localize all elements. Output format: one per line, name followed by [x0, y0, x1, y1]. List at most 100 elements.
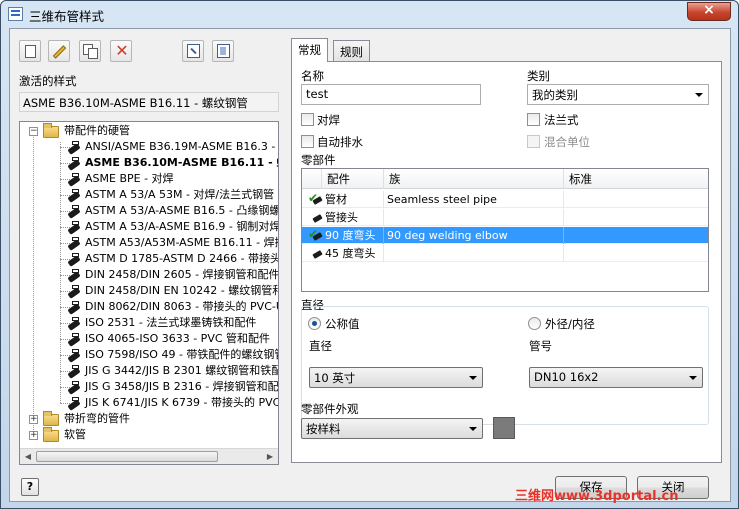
- pipe-style-icon: [67, 332, 82, 347]
- mixed-units-checkbox[interactable]: [527, 135, 540, 148]
- schedule-value: DN10 16x2: [534, 370, 599, 384]
- copy-style-button[interactable]: [79, 40, 101, 62]
- tree-item-label: JIS G 3442/JIS B 2301 螺纹钢管和铁配: [85, 364, 279, 377]
- expand-icon[interactable]: +: [29, 415, 38, 424]
- grid-cell-standard: [564, 191, 708, 208]
- diameter-select[interactable]: 10 英寸: [309, 367, 483, 388]
- export-style-button[interactable]: [212, 40, 234, 62]
- tree-item-label: ASTM A 53/A-ASME B16.9 - 钢制对焊管: [85, 220, 279, 233]
- butt-weld-label: 对焊: [317, 113, 340, 127]
- auto-drain-checkbox[interactable]: [301, 135, 314, 148]
- chevron-down-icon: [695, 93, 703, 97]
- close-icon: ×: [703, 2, 715, 18]
- window-close-button[interactable]: ×: [687, 2, 731, 21]
- pipe-style-icon: [67, 364, 82, 379]
- grid-row[interactable]: 45 度弯头: [302, 245, 708, 262]
- grid-header: 配件 族 标准: [302, 169, 708, 189]
- diameter-label: 直径: [309, 339, 332, 353]
- name-field[interactable]: test: [301, 84, 481, 105]
- elbow-icon: [308, 246, 323, 260]
- scroll-right-icon[interactable]: ▶: [264, 451, 276, 463]
- collapse-icon[interactable]: −: [29, 127, 38, 136]
- scroll-left-icon[interactable]: ◀: [22, 451, 34, 463]
- appearance-label: 零部件外观: [301, 402, 359, 416]
- edit-style-icon: [52, 45, 67, 59]
- title-bar[interactable]: 三维布管样式 ×: [1, 1, 738, 27]
- dialog-client: ✕ 激活的样式 ASME B36.10M-ASME B16.11 - 螺纹钢管 …: [9, 28, 731, 502]
- tree-item-label: ASTM A 53/A-ASME B16.5 - 凸缘钢螺纹: [85, 204, 279, 217]
- active-style-label: 激活的样式: [19, 74, 77, 88]
- chevron-down-icon: [469, 427, 477, 431]
- flange-checkbox[interactable]: [527, 113, 540, 126]
- style-tree[interactable]: − 带配件的硬管 ANSI/ASME B36.19M-ASME B16.3 - …: [19, 121, 279, 465]
- delete-style-button[interactable]: ✕: [110, 40, 132, 62]
- watermark: 三维网www.3dportal.cn: [515, 489, 679, 504]
- pipe-style-icon: [67, 316, 82, 331]
- grid-row[interactable]: 管接头: [302, 209, 708, 226]
- nominal-radio[interactable]: [308, 317, 321, 330]
- components-label: 零部件: [301, 153, 336, 167]
- color-swatch[interactable]: [493, 417, 515, 439]
- import-style-icon: [187, 44, 200, 58]
- grid-row-selected[interactable]: ✔ 90 度弯头 90 deg welding elbow: [302, 227, 708, 244]
- grid-cell-part: 90 度弯头: [322, 227, 384, 244]
- folder-icon: [43, 411, 59, 426]
- od-id-radio[interactable]: [528, 317, 541, 330]
- pipe-style-icon: [67, 284, 82, 299]
- import-style-button[interactable]: [182, 40, 204, 62]
- category-value: 我的类别: [532, 88, 578, 102]
- grid-row[interactable]: ✔ 管材 Seamless steel pipe: [302, 191, 708, 208]
- chevron-down-icon: [689, 376, 697, 380]
- pipe-style-icon: [67, 140, 82, 155]
- help-button[interactable]: ?: [21, 478, 39, 496]
- new-style-icon: [25, 45, 36, 58]
- new-style-button[interactable]: [19, 40, 41, 62]
- folder-open-icon: [43, 123, 59, 138]
- tab-general[interactable]: 常规: [291, 38, 328, 62]
- butt-weld-checkbox[interactable]: [301, 113, 314, 126]
- pipe-style-icon: [67, 220, 82, 235]
- tree-item-label: ASTM A53/A53M-ASME B16.11 - 焊接钢: [85, 236, 279, 249]
- scroll-thumb[interactable]: [36, 451, 218, 462]
- tree-item-label: DIN 8062/DIN 8063 - 带接头的 PVC-U 管: [85, 300, 279, 313]
- grid-cell-part: 管材: [322, 191, 384, 208]
- pipe-style-icon: [67, 396, 82, 411]
- pipe-style-icon: [67, 172, 82, 187]
- grid-header-standard[interactable]: 标准: [564, 169, 708, 189]
- general-tab-panel: 名称 test 类别 我的类别 对焊 法兰式 自动排水 混合单位 零部件 配件 …: [291, 61, 722, 463]
- dialog-window: 三维布管样式 × ✕ 激活的样式 ASME B36.10M-ASME B16.1…: [0, 0, 739, 509]
- category-label: 类别: [527, 69, 550, 83]
- schedule-select[interactable]: DN10 16x2: [529, 367, 703, 388]
- grid-header-part[interactable]: 配件: [322, 169, 384, 189]
- grid-cell-family: [384, 245, 564, 262]
- mixed-units-label: 混合单位: [544, 135, 590, 149]
- auto-drain-label: 自动排水: [317, 135, 363, 149]
- appearance-select[interactable]: 按样料: [301, 418, 483, 439]
- grid-cell-family: [384, 209, 564, 226]
- components-grid[interactable]: 配件 族 标准 ✔ 管材 Seamless steel pipe 管接头 ✔ 9…: [301, 168, 709, 292]
- flange-label: 法兰式: [544, 113, 579, 127]
- grid-cell-standard: [564, 245, 708, 262]
- pipe-style-icon: [67, 188, 82, 203]
- pipe-style-icon: [67, 348, 82, 363]
- elbow-checked-icon: ✔: [308, 228, 323, 242]
- category-select[interactable]: 我的类别: [527, 84, 709, 105]
- tree-horizontal-scrollbar[interactable]: ◀ ▶: [20, 448, 278, 464]
- window-title: 三维布管样式: [29, 9, 105, 24]
- tree-item-label: ISO 2531 - 法兰式球墨铸铁和配件: [85, 316, 257, 329]
- grid-header-family[interactable]: 族: [384, 169, 564, 189]
- grid-cell-family: 90 deg welding elbow: [384, 227, 564, 244]
- tree-item-label: JIS K 6741/JIS K 6739 - 带接头的 PVC-U: [85, 396, 279, 409]
- expand-icon[interactable]: +: [29, 431, 38, 440]
- coupling-icon: [308, 210, 323, 224]
- tree-branch-line: [60, 142, 61, 403]
- tab-rules[interactable]: 规则: [333, 40, 370, 61]
- grid-cell-standard: [564, 227, 708, 244]
- od-id-label: 外径/内径: [545, 317, 595, 331]
- folder-icon: [43, 427, 59, 442]
- tree-item-label: 带配件的硬管: [64, 124, 130, 137]
- tree-item-label: ANSI/ASME B36.19M-ASME B16.3 - 带铁: [85, 140, 278, 153]
- pipe-style-icon: [67, 236, 82, 251]
- pipe-style-icon: [67, 300, 82, 315]
- edit-style-button[interactable]: [48, 40, 70, 62]
